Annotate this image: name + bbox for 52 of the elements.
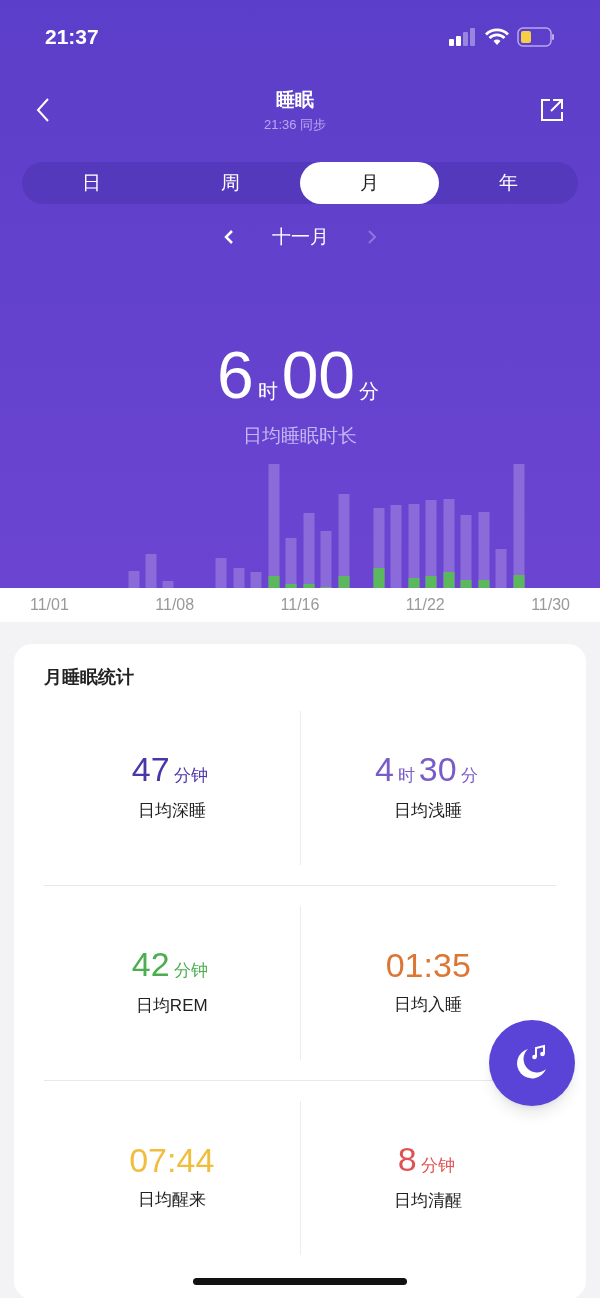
summary-label: 日均睡眠时长	[243, 424, 357, 448]
period-tab[interactable]: 月	[300, 162, 439, 204]
date-axis-label: 11/01	[30, 594, 69, 615]
period-tab[interactable]: 周	[161, 162, 300, 204]
stat-label: 日均醒来	[137, 1188, 206, 1211]
back-icon[interactable]	[36, 97, 50, 123]
sleep-bar	[320, 530, 332, 588]
date-axis-label: 11/22	[405, 594, 445, 615]
stat-unit: 时	[397, 764, 415, 787]
stat-unit: 分钟	[420, 1154, 455, 1177]
stat-number: 4	[374, 751, 394, 786]
sleep-bar	[215, 557, 227, 588]
stat-number: 42	[131, 946, 170, 981]
status-time: 21:37	[45, 24, 99, 51]
date-axis-label: 11/30	[531, 594, 570, 615]
wifi-icon	[485, 28, 509, 46]
stat-unit: 分钟	[173, 959, 208, 982]
stat-number: 30	[418, 751, 457, 786]
share-icon[interactable]	[540, 98, 564, 122]
sleep-bar	[250, 571, 262, 588]
sleep-bar	[285, 537, 297, 588]
stat-label: 日均浅睡	[394, 800, 463, 822]
period-tab[interactable]: 年	[439, 162, 578, 204]
stat-label: 日均清醒	[394, 1190, 463, 1212]
stat-label: 日均入睡	[394, 993, 463, 1016]
stat-number: 47	[131, 751, 170, 786]
card-title: 月睡眠统计	[44, 665, 135, 689]
stat-unit: 分	[460, 764, 478, 787]
date-axis-label: 11/08	[155, 594, 195, 615]
sleep-bar	[145, 553, 157, 588]
date-axis-label: 11/16	[280, 594, 320, 615]
sync-time: 21:36 同步	[263, 115, 327, 134]
battery-icon	[517, 27, 555, 47]
page-title: 睡眠	[276, 88, 314, 112]
stat-unit: 时	[257, 379, 278, 404]
stat-number: 01:35	[385, 947, 471, 982]
sleep-bar	[495, 548, 507, 588]
sleep-bar	[233, 567, 245, 588]
stat-number: 07:44	[129, 1142, 215, 1177]
period-tab[interactable]: 日	[22, 162, 161, 204]
stat-number: 00	[281, 342, 356, 408]
sleep-bar	[128, 570, 140, 588]
stat-label: 日均深睡	[137, 800, 206, 822]
signal-icon	[449, 28, 477, 46]
stat-unit: 分钟	[173, 764, 208, 787]
month-label: 十一月	[271, 224, 329, 249]
sleep-bar	[162, 580, 174, 588]
stat-number: 8	[397, 1141, 417, 1176]
stat-number: 6	[216, 342, 254, 408]
stat-label: 日均REM	[135, 995, 208, 1017]
stat-unit: 分	[359, 379, 380, 404]
previous-month-icon[interactable]	[223, 229, 234, 245]
